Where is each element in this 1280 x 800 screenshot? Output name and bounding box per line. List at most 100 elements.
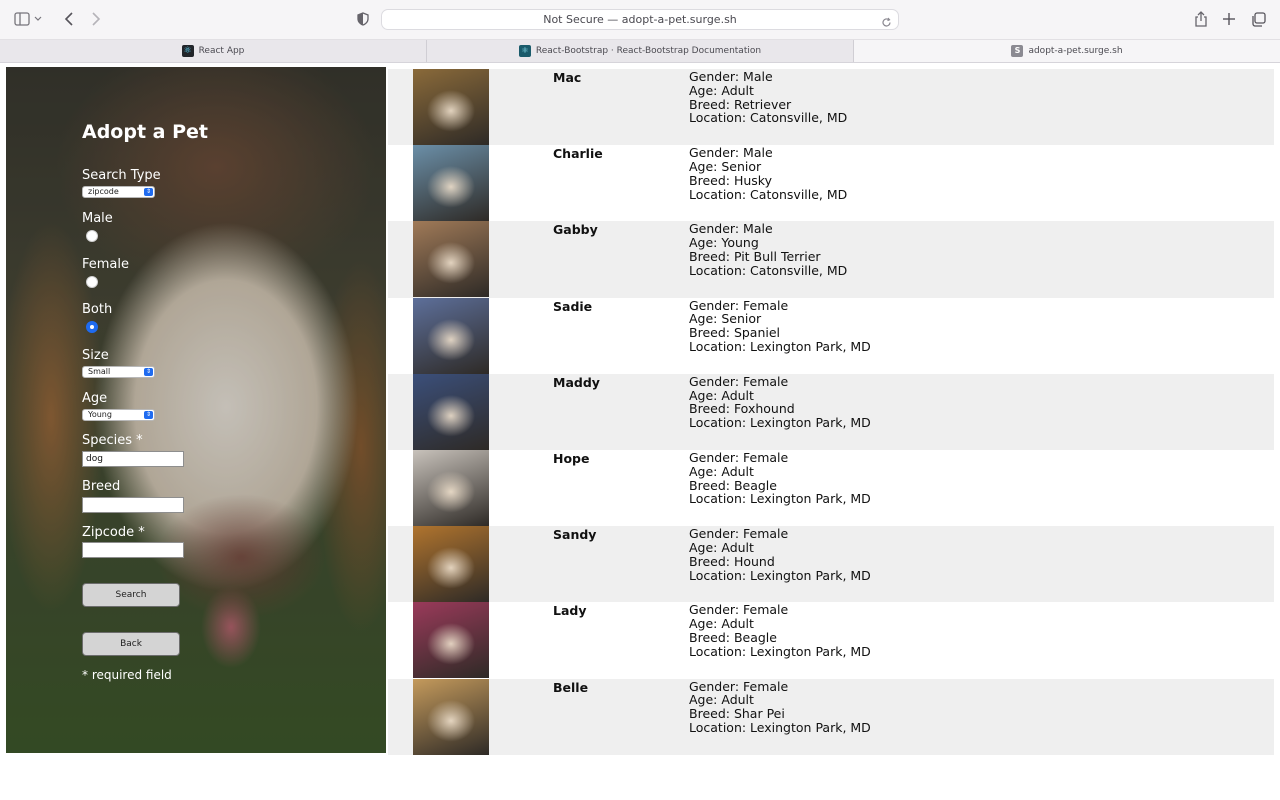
size-select[interactable]: Small ⇕: [82, 366, 155, 378]
pet-row[interactable]: Belle Gender: Female Age: Adult Breed: Shar…: [388, 678, 1274, 755]
pet-row[interactable]: Charlie Gender: Male Age: Senior Breed: Hus…: [388, 145, 1274, 222]
new-tab-icon[interactable]: [1218, 8, 1240, 30]
pet-details: Gender: Female Age: Adult Breed: Beagle Loc…: [689, 603, 871, 658]
search-button[interactable]: Search: [82, 583, 180, 607]
tab-label: React-Bootstrap · React-Bootstrap Docume…: [535, 46, 762, 56]
react-favicon-icon: ⚛: [181, 45, 194, 57]
pet-row[interactable]: Mac Gender: Male Age: Adult Breed: Retrieve…: [388, 69, 1274, 146]
surge-favicon-icon: S: [1011, 45, 1024, 57]
pet-breed: Breed: Beagle: [689, 477, 777, 493]
size-value: Small: [88, 367, 111, 376]
species-label: Species *: [82, 433, 143, 448]
search-sidebar: Adopt a Pet Search Type zipcode ⇕ Male F…: [6, 67, 386, 753]
pet-results-list: Mac Gender: Male Age: Adult Breed: Retrieve…: [388, 69, 1274, 755]
pet-age: Age: Adult: [689, 387, 754, 403]
breed-label: Breed: [82, 479, 121, 494]
pet-name: Charlie: [553, 146, 603, 162]
pet-gender: Gender: Male: [689, 69, 773, 84]
species-input[interactable]: dog: [82, 451, 184, 467]
pet-row[interactable]: Gabby Gender: Male Age: Young Breed: Pit Bu…: [388, 221, 1274, 298]
forward-nav-icon[interactable]: [85, 8, 107, 30]
pet-gender: Gender: Female: [689, 373, 789, 389]
pet-name: Gabby: [553, 222, 598, 238]
pet-row[interactable]: Sadie Gender: Female Age: Senior Breed: Spa…: [388, 297, 1274, 374]
sidebar-toggle-icon[interactable]: [14, 8, 42, 30]
pet-photo[interactable]: [413, 221, 489, 298]
pet-location: Location: Lexington Park, MD: [689, 415, 871, 431]
pet-location: Location: Lexington Park, MD: [689, 643, 871, 659]
required-field-note: * required field: [82, 668, 172, 682]
pet-row[interactable]: Sandy Gender: Female Age: Adult Breed: Houn…: [388, 526, 1274, 603]
pet-photo[interactable]: [413, 678, 489, 755]
back-button[interactable]: Back: [82, 632, 180, 656]
pet-name: Belle: [553, 679, 589, 695]
pet-age: Age: Senior: [689, 158, 762, 174]
pet-age: Age: Adult: [689, 692, 754, 708]
pet-location: Location: Lexington Park, MD: [689, 719, 871, 735]
pet-photo[interactable]: [413, 526, 489, 603]
back-nav-icon[interactable]: [58, 8, 80, 30]
pet-photo[interactable]: [413, 69, 489, 145]
pet-photo[interactable]: [413, 373, 489, 450]
female-label: Female: [82, 257, 130, 272]
pet-breed: Breed: Hound: [689, 553, 775, 569]
search-type-select[interactable]: zipcode ⇕: [82, 186, 155, 198]
pet-gender: Gender: Female: [689, 526, 789, 542]
pet-photo[interactable]: [413, 602, 489, 679]
share-icon[interactable]: [1190, 8, 1212, 30]
pet-name: Sandy: [553, 527, 597, 543]
pet-breed: Breed: Pit Bull Terrier: [689, 248, 821, 264]
tab-react-app[interactable]: ⚛ React App: [0, 40, 427, 62]
pet-breed: Breed: Retriever: [689, 96, 792, 112]
breed-input[interactable]: [82, 497, 184, 513]
pet-gender: Gender: Female: [689, 602, 789, 618]
reload-icon[interactable]: [881, 13, 892, 32]
pet-details: Gender: Male Age: Young Breed: Pit Bull Te…: [689, 222, 847, 277]
address-text: Not Secure — adopt-a-pet.surge.sh: [543, 13, 737, 26]
age-value: Young: [88, 410, 112, 419]
pet-photo[interactable]: [413, 449, 489, 526]
zipcode-input[interactable]: [82, 542, 184, 558]
both-radio[interactable]: [86, 321, 98, 333]
tab-react-bootstrap[interactable]: ⚛ React-Bootstrap · React-Bootstrap Docu…: [427, 40, 854, 62]
tab-overview-icon[interactable]: [1247, 8, 1269, 30]
pet-location: Location: Catonsville, MD: [689, 186, 848, 202]
pet-age: Age: Senior: [689, 311, 762, 327]
pet-photo[interactable]: [413, 297, 489, 374]
tab-label: React App: [198, 46, 245, 56]
pet-age: Age: Adult: [689, 463, 754, 479]
pet-details: Gender: Male Age: Adult Breed: Retriever Lo…: [689, 70, 847, 125]
male-radio[interactable]: [86, 230, 98, 242]
pet-row[interactable]: Maddy Gender: Female Age: Adult Breed: Foxh…: [388, 373, 1274, 450]
age-label: Age: [82, 391, 108, 406]
pet-photo[interactable]: [413, 145, 489, 222]
pet-age: Age: Adult: [689, 539, 754, 555]
privacy-shield-icon[interactable]: [352, 8, 374, 30]
address-bar[interactable]: Not Secure — adopt-a-pet.surge.sh: [381, 9, 899, 30]
select-arrows-icon: ⇕: [144, 188, 153, 196]
pet-age: Age: Adult: [689, 82, 754, 98]
pet-details: Gender: Female Age: Adult Breed: Hound Loca…: [689, 527, 871, 582]
female-radio[interactable]: [86, 276, 98, 288]
react-bootstrap-favicon-icon: ⚛: [518, 45, 531, 57]
pet-gender: Gender: Female: [689, 449, 789, 465]
age-select[interactable]: Young ⇕: [82, 409, 155, 421]
both-label: Both: [82, 302, 113, 317]
size-label: Size: [82, 348, 109, 363]
zipcode-label: Zipcode *: [82, 525, 145, 540]
pet-age: Age: Young: [689, 235, 759, 251]
male-label: Male: [82, 211, 113, 226]
pet-details: Gender: Female Age: Adult Breed: Beagle Loc…: [689, 451, 871, 506]
pet-gender: Gender: Female: [689, 297, 789, 313]
pet-breed: Breed: Husky: [689, 172, 772, 188]
pet-name: Mac: [553, 70, 582, 85]
pet-breed: Breed: Shar Pei: [689, 706, 785, 722]
pet-name: Sadie: [553, 298, 593, 314]
pet-details: Gender: Female Age: Senior Breed: Spaniel L…: [689, 297, 871, 354]
pet-row[interactable]: Lady Gender: Female Age: Adult Breed: Beagl…: [388, 602, 1274, 679]
dog-background-photo: [6, 67, 386, 753]
pet-row[interactable]: Hope Gender: Female Age: Adult Breed: Beagl…: [388, 449, 1274, 526]
search-type-label: Search Type: [82, 168, 161, 183]
pet-breed: Breed: Foxhound: [689, 401, 795, 417]
tab-adopt-a-pet[interactable]: S adopt-a-pet.surge.sh: [854, 40, 1280, 62]
